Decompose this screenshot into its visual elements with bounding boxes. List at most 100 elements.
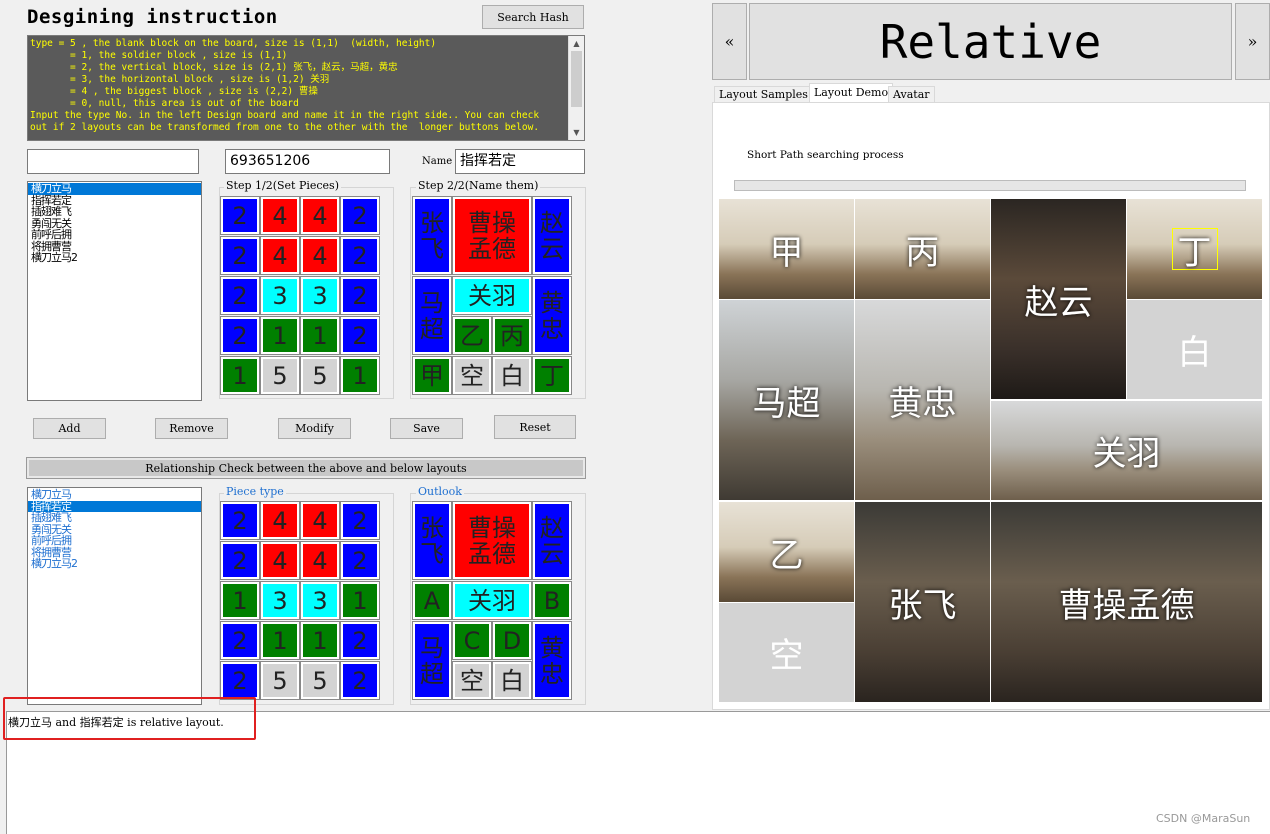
list-item[interactable]: 横刀立马2 — [28, 252, 201, 264]
grid-cell[interactable]: 3 — [260, 581, 300, 620]
search-hash-button[interactable]: Search Hash — [482, 5, 584, 29]
grid-cell[interactable]: 4 — [300, 236, 340, 275]
grid-cell[interactable]: 2 — [340, 501, 380, 540]
layout-list-bottom[interactable]: 横刀立马 指挥若定 插翅难飞 勇闯无关 前呼后拥 将拥曹营 横刀立马2 — [27, 487, 202, 705]
grid-cell[interactable]: 2 — [220, 316, 260, 355]
grid-cell[interactable]: 1 — [300, 621, 340, 660]
grid-cell[interactable]: 4 — [260, 236, 300, 275]
demo-tile-zhangfei[interactable]: 张飞 — [855, 502, 990, 702]
piece-guanyu-top[interactable]: 关羽 — [452, 276, 532, 315]
grid-cell[interactable]: 1 — [220, 356, 260, 395]
grid-cell[interactable]: 2 — [340, 541, 380, 580]
piece-zhaoyun-top[interactable]: 赵云 — [532, 196, 572, 275]
modify-button[interactable]: Modify — [278, 418, 351, 439]
piece-zhaoyun-bottom[interactable]: 赵云 — [532, 501, 572, 580]
scroll-down-icon[interactable]: ▼ — [569, 125, 584, 140]
list-item[interactable]: 插翅难飞 — [28, 206, 201, 218]
demo-tile-huangzhong[interactable]: 黄忠 — [855, 300, 990, 500]
piece-ding-top[interactable]: 丁 — [532, 356, 572, 395]
list-item[interactable]: 前呼后拥 — [28, 535, 201, 547]
grid-cell[interactable]: 4 — [300, 501, 340, 540]
grid-cell[interactable]: 4 — [300, 541, 340, 580]
grid-cell[interactable]: 2 — [340, 621, 380, 660]
grid-cell[interactable]: 5 — [260, 661, 300, 700]
scroll-up-icon[interactable]: ▲ — [569, 36, 584, 51]
grid-cell[interactable]: 1 — [260, 316, 300, 355]
demo-tile-ding[interactable]: 丁 — [1127, 199, 1262, 299]
instructions-scrollbar[interactable]: ▲ ▼ — [568, 36, 584, 140]
grid-cell[interactable]: 2 — [340, 661, 380, 700]
grid-cell[interactable]: 2 — [220, 236, 260, 275]
search-input[interactable] — [27, 149, 199, 174]
grid-cell[interactable]: 4 — [260, 196, 300, 235]
grid-cell[interactable]: 3 — [300, 581, 340, 620]
grid-cell[interactable]: 2 — [340, 196, 380, 235]
reset-button[interactable]: Reset — [494, 415, 576, 439]
demo-tile-caocao[interactable]: 曹操孟德 — [991, 502, 1262, 702]
instructions-box[interactable]: type = 5 , the blank block on the board,… — [27, 35, 585, 141]
grid-cell[interactable]: 5 — [260, 356, 300, 395]
list-item[interactable]: 插翅难飞 — [28, 512, 201, 524]
piece-bing-top[interactable]: 丙 — [492, 316, 532, 355]
piece-jia-top[interactable]: 甲 — [412, 356, 452, 395]
piece-b-bottom[interactable]: B — [532, 581, 572, 620]
add-button[interactable]: Add — [33, 418, 106, 439]
list-item[interactable]: 前呼后拥 — [28, 229, 201, 241]
demo-tile-yi[interactable]: 乙 — [719, 502, 854, 602]
list-item[interactable]: 横刀立马2 — [28, 558, 201, 570]
demo-tile-bing[interactable]: 丙 — [855, 199, 990, 299]
piece-kong-top[interactable]: 空 — [452, 356, 492, 395]
list-item[interactable]: 横刀立马 — [28, 489, 201, 501]
relationship-check-button[interactable]: Relationship Check between the above and… — [26, 457, 586, 479]
piece-bai-top[interactable]: 白 — [492, 356, 532, 395]
relative-title-button[interactable]: Relative — [749, 3, 1232, 80]
piece-kong-bottom[interactable]: 空 — [452, 661, 492, 700]
piece-bai-bottom[interactable]: 白 — [492, 661, 532, 700]
save-button[interactable]: Save — [390, 418, 463, 439]
scroll-thumb[interactable] — [571, 51, 582, 107]
grid-cell[interactable]: 3 — [260, 276, 300, 315]
piece-zhangfei-top[interactable]: 张飞 — [412, 196, 452, 275]
tab-layout-demo[interactable]: Layout Demo — [809, 83, 894, 103]
grid-cell[interactable]: 2 — [220, 661, 260, 700]
demo-tile-bai[interactable]: 白 — [1127, 300, 1262, 399]
piece-zhangfei-bottom[interactable]: 张飞 — [412, 501, 452, 580]
grid-cell[interactable]: 2 — [220, 541, 260, 580]
demo-tile-machao[interactable]: 马超 — [719, 300, 854, 500]
piece-a-bottom[interactable]: A — [412, 581, 452, 620]
demo-tile-zhaoyun[interactable]: 赵云 — [991, 199, 1126, 399]
grid-cell[interactable]: 4 — [300, 196, 340, 235]
grid-cell[interactable]: 2 — [220, 621, 260, 660]
grid-cell[interactable]: 2 — [220, 501, 260, 540]
piece-caocao-top[interactable]: 曹操孟德 — [452, 196, 532, 275]
demo-tile-kong[interactable]: 空 — [719, 603, 854, 702]
list-item[interactable]: 横刀立马 — [28, 183, 201, 195]
grid-cell[interactable]: 2 — [340, 236, 380, 275]
name-input[interactable]: 指挥若定 — [455, 149, 585, 174]
remove-button[interactable]: Remove — [155, 418, 228, 439]
grid-cell[interactable]: 2 — [220, 196, 260, 235]
piece-caocao-bottom[interactable]: 曹操孟德 — [452, 501, 532, 580]
piece-guanyu-bottom[interactable]: 关羽 — [452, 581, 532, 620]
demo-tile-jia[interactable]: 甲 — [719, 199, 854, 299]
piece-yi-top[interactable]: 乙 — [452, 316, 492, 355]
piece-c-bottom[interactable]: C — [452, 621, 492, 660]
grid-cell[interactable]: 3 — [300, 276, 340, 315]
grid-cell[interactable]: 1 — [220, 581, 260, 620]
grid-cell[interactable]: 5 — [300, 356, 340, 395]
grid-cell[interactable]: 4 — [260, 541, 300, 580]
grid-cell[interactable]: 5 — [300, 661, 340, 700]
hash-input[interactable]: 693651206 — [225, 149, 390, 174]
next-layout-button[interactable]: » — [1235, 3, 1270, 80]
piece-d-bottom[interactable]: D — [492, 621, 532, 660]
grid-cell[interactable]: 2 — [340, 276, 380, 315]
grid-cell[interactable]: 4 — [260, 501, 300, 540]
grid-cell[interactable]: 1 — [300, 316, 340, 355]
grid-cell[interactable]: 2 — [340, 316, 380, 355]
piece-machao-top[interactable]: 马超 — [412, 276, 452, 355]
prev-layout-button[interactable]: « — [712, 3, 747, 80]
piece-huangzhong-bottom[interactable]: 黄忠 — [532, 621, 572, 700]
grid-cell[interactable]: 1 — [260, 621, 300, 660]
piece-machao-bottom[interactable]: 马超 — [412, 621, 452, 700]
layout-list-top[interactable]: 横刀立马 指挥若定 插翅难飞 勇闯无关 前呼后拥 将拥曹营 横刀立马2 — [27, 181, 202, 401]
